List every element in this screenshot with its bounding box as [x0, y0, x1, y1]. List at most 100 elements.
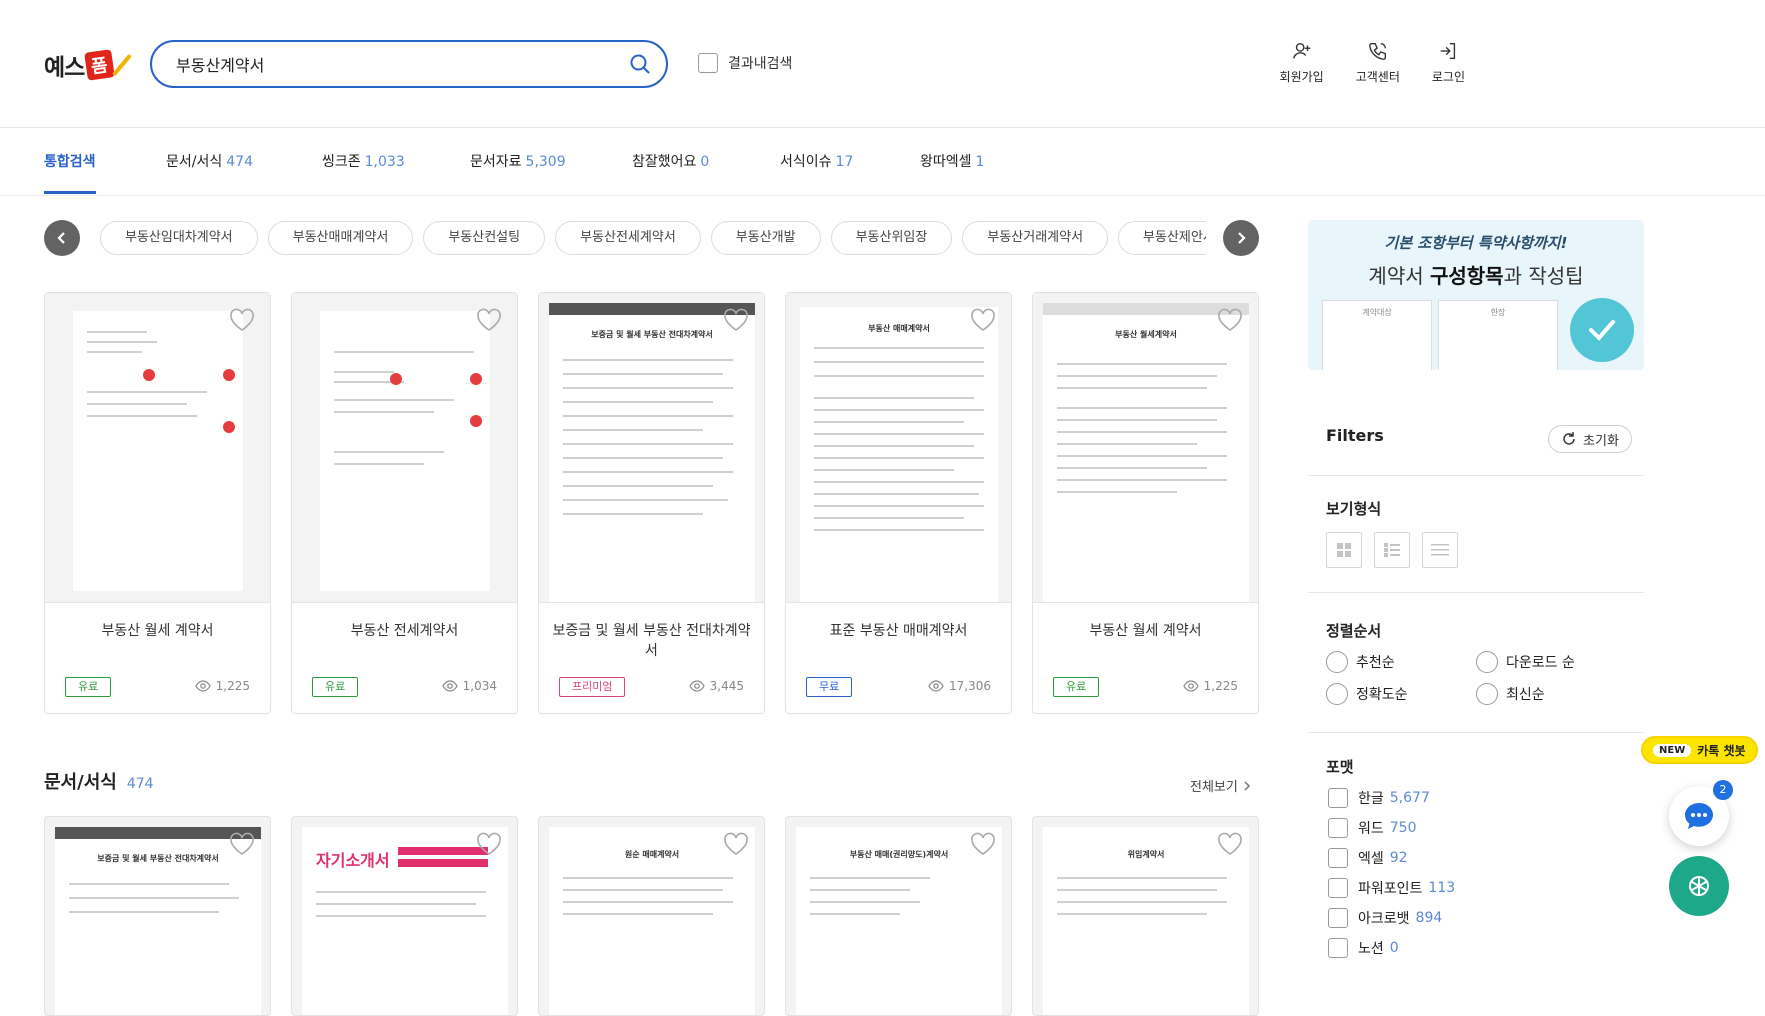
document-card[interactable]: 보증금 및 월세 부동산 전대차계약서 보증금 및 월세 부동산 전대차계약서 … [538, 292, 765, 714]
format-checkbox[interactable] [1328, 878, 1348, 898]
heart-icon[interactable] [228, 307, 256, 333]
keyword-chip[interactable]: 부동산제안서 [1118, 221, 1206, 255]
grid-icon [1337, 543, 1351, 557]
heart-icon[interactable] [1216, 831, 1244, 857]
search-icon[interactable] [628, 52, 652, 76]
tab-label: 왕따엑셀 [920, 154, 972, 170]
banner-doc-label: 한장 [1490, 308, 1506, 317]
list-thumb-view-button[interactable] [1374, 532, 1410, 568]
reset-filters-button[interactable]: 초기화 [1548, 425, 1632, 453]
list-icon [1431, 544, 1449, 556]
sort-option-label: 다운로드 순 [1506, 655, 1575, 671]
view-count: 1,225 [1182, 679, 1238, 693]
radio-circle[interactable] [1326, 683, 1348, 705]
chevron-right-icon [1244, 781, 1251, 791]
format-ppt-filter[interactable]: 파워포인트 113 [1328, 878, 1455, 898]
search-in-results-checkbox[interactable] [698, 53, 718, 73]
format-checkbox[interactable] [1328, 788, 1348, 808]
format-excel-filter[interactable]: 엑셀 92 [1328, 848, 1408, 868]
document-card[interactable]: 부동산 매매(권리양도)계약서 [785, 816, 1012, 1016]
radio-circle[interactable] [1326, 651, 1348, 673]
format-checkbox[interactable] [1328, 818, 1348, 838]
format-notion-filter[interactable]: 노션 0 [1328, 938, 1399, 958]
view-all-link[interactable]: 전체보기 [1190, 776, 1252, 795]
format-label: 워드 [1358, 821, 1384, 837]
signup-link[interactable]: 회원가입 [1280, 40, 1324, 85]
format-word-filter[interactable]: 워드 750 [1328, 818, 1417, 838]
filters-title: Filters [1326, 426, 1384, 445]
phone-icon [1368, 42, 1386, 60]
login-label: 로그인 [1431, 70, 1465, 84]
chips-next-button[interactable] [1223, 220, 1259, 256]
eye-icon [194, 680, 211, 692]
format-count: 5,677 [1389, 790, 1430, 806]
heart-icon[interactable] [722, 831, 750, 857]
tab-count: 474 [226, 154, 253, 170]
sort-latest-radio[interactable]: 최신순 [1476, 683, 1545, 705]
format-pdf-filter[interactable]: 아크로뱃 894 [1328, 908, 1442, 928]
document-card[interactable]: 보증금 및 월세 부동산 전대차계약서 [44, 816, 271, 1016]
document-card[interactable]: 위임계약서 [1032, 816, 1259, 1016]
radio-circle[interactable] [1476, 683, 1498, 705]
tab-form-issues[interactable]: 서식이슈 17 [780, 151, 853, 171]
format-checkbox[interactable] [1328, 848, 1348, 868]
format-checkbox[interactable] [1328, 908, 1348, 928]
tab-count: 0 [700, 154, 710, 170]
document-card[interactable]: 원순 매매계약서 [538, 816, 765, 1016]
eye-icon [1182, 680, 1199, 692]
heart-icon[interactable] [969, 307, 997, 333]
format-hwp-filter[interactable]: 한글 5,677 [1328, 788, 1430, 808]
keyword-chip[interactable]: 부동산위임장 [830, 221, 953, 255]
kakao-chatbot-button[interactable]: NEW 카톡 챗봇 [1641, 736, 1758, 764]
keyword-chip[interactable]: 부동산개발 [710, 221, 821, 255]
keyword-chip[interactable]: 부동산컨설팅 [423, 221, 546, 255]
banner-doc-image: 계약대상 [1322, 300, 1432, 370]
sort-option-label: 추천순 [1356, 655, 1395, 671]
tab-thinkzone[interactable]: 씽크존 1,033 [322, 151, 405, 171]
sort-downloads-radio[interactable]: 다운로드 순 [1476, 651, 1575, 673]
login-link[interactable]: 로그인 [1432, 40, 1465, 85]
sort-accuracy-radio[interactable]: 정확도순 [1326, 683, 1408, 705]
heart-icon[interactable] [475, 307, 503, 333]
format-checkbox[interactable] [1328, 938, 1348, 958]
site-logo[interactable]: 예스 폼 [44, 48, 135, 82]
ai-assistant-button[interactable] [1669, 856, 1729, 916]
search-in-results-toggle[interactable]: 결과내검색 [698, 53, 792, 73]
document-card[interactable]: 부동산 월세 계약서 유료 1,225 [44, 292, 271, 714]
format-label: 아크로뱃 [1358, 911, 1410, 927]
tab-excel[interactable]: 왕따엑셀 1 [920, 151, 984, 171]
heart-icon[interactable] [969, 831, 997, 857]
tab-all[interactable]: 통합검색 [44, 151, 96, 194]
grid-view-button[interactable] [1326, 532, 1362, 568]
sort-recommended-radio[interactable]: 추천순 [1326, 651, 1395, 673]
customer-center-link[interactable]: 고객센터 [1356, 40, 1400, 85]
heart-icon[interactable] [722, 307, 750, 333]
chips-prev-button[interactable] [44, 220, 80, 256]
keyword-chip[interactable]: 부동산전세계약서 [555, 221, 701, 255]
radio-circle[interactable] [1476, 651, 1498, 673]
document-preview [73, 311, 243, 591]
document-card[interactable]: 부동산 전세계약서 유료 1,034 [291, 292, 518, 714]
tab-materials[interactable]: 문서자료 5,309 [470, 151, 566, 171]
document-thumbnail: 부동산 월세계약서 [1033, 293, 1258, 603]
list-view-button[interactable] [1422, 532, 1458, 568]
keyword-chip[interactable]: 부동산임대차계약서 [100, 221, 258, 255]
contract-tips-banner[interactable]: 기본 조항부터 특약사항까지! 계약서 구성항목과 작성팁 계약대상 한장 [1308, 220, 1644, 370]
document-card[interactable]: 자기소개서 [291, 816, 518, 1016]
tab-well-done[interactable]: 참잘했어요 0 [632, 151, 709, 171]
chat-notification-badge: 2 [1713, 780, 1733, 800]
keyword-chip[interactable]: 부동산거래계약서 [962, 221, 1109, 255]
document-card[interactable]: 부동산 매매계약서 표준 부동산 매매계약서 무료 17,306 [785, 292, 1012, 714]
kakao-chatbot-label: 카톡 챗봇 [1697, 743, 1746, 758]
heart-icon[interactable] [1216, 307, 1244, 333]
document-card[interactable]: 부동산 월세계약서 부동산 월세 계약서 유료 1,225 [1032, 292, 1259, 714]
tab-documents[interactable]: 문서/서식 474 [166, 151, 253, 171]
tab-label: 서식이슈 [780, 154, 832, 170]
preview-title: 원순 매매계약서 [624, 850, 680, 859]
heart-icon[interactable] [228, 831, 256, 857]
banner-subtitle: 기본 조항부터 특약사항까지! [1384, 234, 1568, 252]
keyword-chip[interactable]: 부동산매매계약서 [267, 221, 414, 255]
banner-title-bold: 구성항목 [1429, 264, 1504, 288]
heart-icon[interactable] [475, 831, 503, 857]
search-input[interactable] [176, 51, 596, 77]
